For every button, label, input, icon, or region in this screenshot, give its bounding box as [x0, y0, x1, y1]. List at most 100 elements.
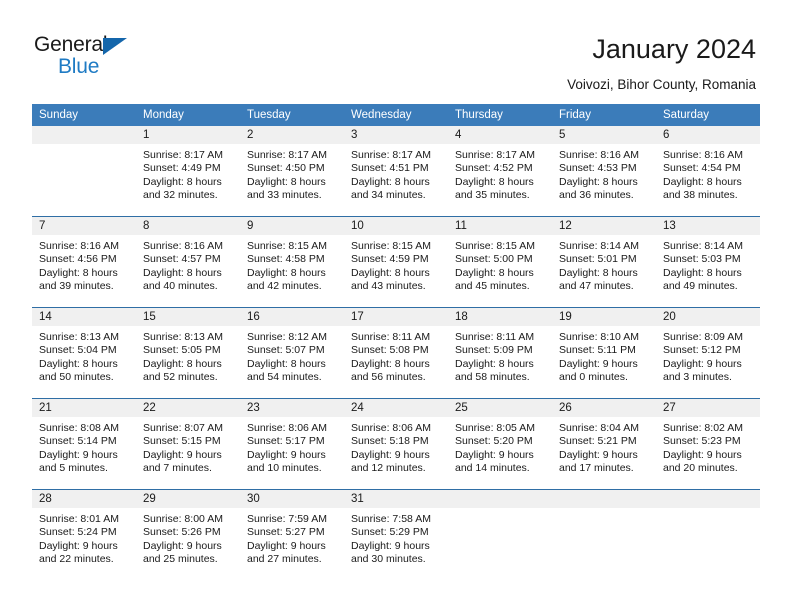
day-cell-content: 12 Sunrise: 8:14 AM Sunset: 5:01 PM Dayligh…: [552, 217, 656, 307]
calendar-day-cell[interactable]: 29 Sunrise: 8:00 AM Sunset: 5:26 PM Dayligh…: [136, 490, 240, 580]
day-details: Sunrise: 8:14 AM Sunset: 5:01 PM Daylight:…: [552, 235, 656, 294]
sunrise-time: Sunrise: 8:01 AM: [39, 513, 119, 525]
day-details: Sunrise: 8:00 AM Sunset: 5:26 PM Daylight:…: [136, 508, 240, 567]
daylight-duration-line2: and 42 minutes.: [247, 280, 322, 293]
calendar-day-cell[interactable]: 27 Sunrise: 8:02 AM Sunset: 5:23 PM Dayligh…: [656, 399, 760, 489]
sunrise-time: Sunrise: 8:16 AM: [143, 240, 223, 252]
daylight-duration-line1: Daylight: 8 hours: [143, 266, 222, 279]
calendar-day-cell[interactable]: 12 Sunrise: 8:14 AM Sunset: 5:01 PM Dayligh…: [552, 217, 656, 307]
daylight-duration-line2: and 45 minutes.: [455, 280, 530, 293]
calendar-week-row: 28 Sunrise: 8:01 AM Sunset: 5:24 PM Dayligh…: [32, 490, 760, 580]
daylight-duration-line2: and 14 minutes.: [455, 462, 530, 475]
day-number: 29: [136, 490, 240, 508]
day-number: 8: [136, 217, 240, 235]
calendar-day-cell[interactable]: 11 Sunrise: 8:15 AM Sunset: 5:00 PM Dayligh…: [448, 217, 552, 307]
calendar-day-cell[interactable]: 2 Sunrise: 8:17 AM Sunset: 4:50 PM Daylight…: [240, 126, 344, 216]
calendar-day-cell[interactable]: 1 Sunrise: 8:17 AM Sunset: 4:49 PM Daylight…: [136, 126, 240, 216]
daylight-duration-line2: and 20 minutes.: [663, 462, 738, 475]
day-number: 19: [552, 308, 656, 326]
sunrise-time: Sunrise: 8:16 AM: [39, 240, 119, 252]
daylight-duration-line2: and 17 minutes.: [559, 462, 634, 475]
day-details: Sunrise: 8:17 AM Sunset: 4:52 PM Daylight:…: [448, 144, 552, 203]
calendar-day-cell[interactable]: 20 Sunrise: 8:09 AM Sunset: 5:12 PM Dayligh…: [656, 308, 760, 398]
logo-triangle-icon: [103, 38, 127, 55]
daylight-duration-line2: and 33 minutes.: [247, 189, 322, 202]
day-cell-content: 30 Sunrise: 7:59 AM Sunset: 5:27 PM Dayligh…: [240, 490, 344, 580]
day-details: Sunrise: 8:16 AM Sunset: 4:57 PM Daylight:…: [136, 235, 240, 294]
calendar-day-cell[interactable]: 3 Sunrise: 8:17 AM Sunset: 4:51 PM Daylight…: [344, 126, 448, 216]
day-cell-content: 15 Sunrise: 8:13 AM Sunset: 5:05 PM Dayligh…: [136, 308, 240, 398]
page-header: General Blue January 2024 Voivozi, Bihor…: [0, 0, 792, 100]
generalblue-logo[interactable]: General Blue: [34, 33, 214, 83]
calendar-day-cell[interactable]: 21 Sunrise: 8:08 AM Sunset: 5:14 PM Dayligh…: [32, 399, 136, 489]
day-number: [656, 490, 760, 508]
day-number: 13: [656, 217, 760, 235]
calendar-day-cell[interactable]: 4 Sunrise: 8:17 AM Sunset: 4:52 PM Daylight…: [448, 126, 552, 216]
calendar-day-cell[interactable]: 8 Sunrise: 8:16 AM Sunset: 4:57 PM Daylight…: [136, 217, 240, 307]
day-number: 7: [32, 217, 136, 235]
sunset-time: Sunset: 4:56 PM: [39, 253, 117, 266]
day-cell-content: 16 Sunrise: 8:12 AM Sunset: 5:07 PM Dayligh…: [240, 308, 344, 398]
daylight-duration-line2: and 50 minutes.: [39, 371, 114, 384]
day-cell-content: 22 Sunrise: 8:07 AM Sunset: 5:15 PM Dayligh…: [136, 399, 240, 489]
day-cell-content: 23 Sunrise: 8:06 AM Sunset: 5:17 PM Dayligh…: [240, 399, 344, 489]
daylight-duration-line2: and 27 minutes.: [247, 553, 322, 566]
day-details: Sunrise: 8:05 AM Sunset: 5:20 PM Daylight:…: [448, 417, 552, 476]
day-details: [448, 508, 552, 513]
calendar-day-cell[interactable]: 31 Sunrise: 7:58 AM Sunset: 5:29 PM Dayligh…: [344, 490, 448, 580]
weekday-header-friday: Friday: [552, 104, 656, 126]
daylight-duration-line2: and 36 minutes.: [559, 189, 634, 202]
day-details: Sunrise: 8:10 AM Sunset: 5:11 PM Daylight:…: [552, 326, 656, 385]
calendar-day-cell[interactable]: 6 Sunrise: 8:16 AM Sunset: 4:54 PM Daylight…: [656, 126, 760, 216]
day-cell-content: [552, 490, 656, 580]
sunrise-time: Sunrise: 8:00 AM: [143, 513, 223, 525]
calendar-day-cell[interactable]: 24 Sunrise: 8:06 AM Sunset: 5:18 PM Dayligh…: [344, 399, 448, 489]
calendar-day-cell[interactable]: 23 Sunrise: 8:06 AM Sunset: 5:17 PM Dayligh…: [240, 399, 344, 489]
sunrise-time: Sunrise: 8:13 AM: [39, 331, 119, 343]
calendar-day-cell[interactable]: 9 Sunrise: 8:15 AM Sunset: 4:58 PM Daylight…: [240, 217, 344, 307]
calendar-day-cell[interactable]: 18 Sunrise: 8:11 AM Sunset: 5:09 PM Dayligh…: [448, 308, 552, 398]
calendar-week-row: 7 Sunrise: 8:16 AM Sunset: 4:56 PM Daylight…: [32, 217, 760, 307]
sunrise-time: Sunrise: 8:06 AM: [351, 422, 431, 434]
day-cell-content: 2 Sunrise: 8:17 AM Sunset: 4:50 PM Daylight…: [240, 126, 344, 216]
calendar-day-cell[interactable]: 5 Sunrise: 8:16 AM Sunset: 4:53 PM Daylight…: [552, 126, 656, 216]
day-cell-content: 10 Sunrise: 8:15 AM Sunset: 4:59 PM Dayligh…: [344, 217, 448, 307]
daylight-duration-line1: Daylight: 8 hours: [455, 175, 534, 188]
calendar-day-cell[interactable]: 22 Sunrise: 8:07 AM Sunset: 5:15 PM Dayligh…: [136, 399, 240, 489]
calendar-day-cell[interactable]: 7 Sunrise: 8:16 AM Sunset: 4:56 PM Daylight…: [32, 217, 136, 307]
weekday-header-saturday: Saturday: [656, 104, 760, 126]
daylight-duration-line1: Daylight: 9 hours: [39, 448, 118, 461]
calendar-day-cell[interactable]: 10 Sunrise: 8:15 AM Sunset: 4:59 PM Dayligh…: [344, 217, 448, 307]
page-title: January 2024: [592, 34, 756, 64]
day-cell-content: 21 Sunrise: 8:08 AM Sunset: 5:14 PM Dayligh…: [32, 399, 136, 489]
day-number: [552, 490, 656, 508]
calendar-day-cell[interactable]: 30 Sunrise: 7:59 AM Sunset: 5:27 PM Dayligh…: [240, 490, 344, 580]
calendar-day-cell[interactable]: 19 Sunrise: 8:10 AM Sunset: 5:11 PM Dayligh…: [552, 308, 656, 398]
day-number: 11: [448, 217, 552, 235]
sunset-time: Sunset: 5:20 PM: [455, 435, 533, 448]
day-cell-content: 19 Sunrise: 8:10 AM Sunset: 5:11 PM Dayligh…: [552, 308, 656, 398]
daylight-duration-line1: Daylight: 8 hours: [351, 357, 430, 370]
calendar-day-cell[interactable]: 28 Sunrise: 8:01 AM Sunset: 5:24 PM Dayligh…: [32, 490, 136, 580]
day-cell-content: 8 Sunrise: 8:16 AM Sunset: 4:57 PM Daylight…: [136, 217, 240, 307]
sunset-time: Sunset: 4:50 PM: [247, 162, 325, 175]
day-cell-content: 4 Sunrise: 8:17 AM Sunset: 4:52 PM Daylight…: [448, 126, 552, 216]
calendar-day-cell[interactable]: 15 Sunrise: 8:13 AM Sunset: 5:05 PM Dayligh…: [136, 308, 240, 398]
sunset-time: Sunset: 5:05 PM: [143, 344, 221, 357]
sunrise-time: Sunrise: 8:14 AM: [663, 240, 743, 252]
day-details: Sunrise: 8:14 AM Sunset: 5:03 PM Daylight:…: [656, 235, 760, 294]
daylight-duration-line1: Daylight: 8 hours: [247, 266, 326, 279]
sunrise-time: Sunrise: 8:17 AM: [247, 149, 327, 161]
calendar-day-cell[interactable]: 25 Sunrise: 8:05 AM Sunset: 5:20 PM Dayligh…: [448, 399, 552, 489]
calendar-day-cell[interactable]: 14 Sunrise: 8:13 AM Sunset: 5:04 PM Dayligh…: [32, 308, 136, 398]
logo-text-general: General: [34, 33, 108, 56]
sunset-time: Sunset: 4:52 PM: [455, 162, 533, 175]
calendar-day-cell[interactable]: 26 Sunrise: 8:04 AM Sunset: 5:21 PM Dayligh…: [552, 399, 656, 489]
calendar-day-cell[interactable]: 17 Sunrise: 8:11 AM Sunset: 5:08 PM Dayligh…: [344, 308, 448, 398]
calendar-day-cell[interactable]: 16 Sunrise: 8:12 AM Sunset: 5:07 PM Dayligh…: [240, 308, 344, 398]
sunrise-time: Sunrise: 7:58 AM: [351, 513, 431, 525]
weekday-header-thursday: Thursday: [448, 104, 552, 126]
calendar-day-cell[interactable]: 13 Sunrise: 8:14 AM Sunset: 5:03 PM Dayligh…: [656, 217, 760, 307]
daylight-duration-line2: and 10 minutes.: [247, 462, 322, 475]
day-cell-content: [448, 490, 552, 580]
